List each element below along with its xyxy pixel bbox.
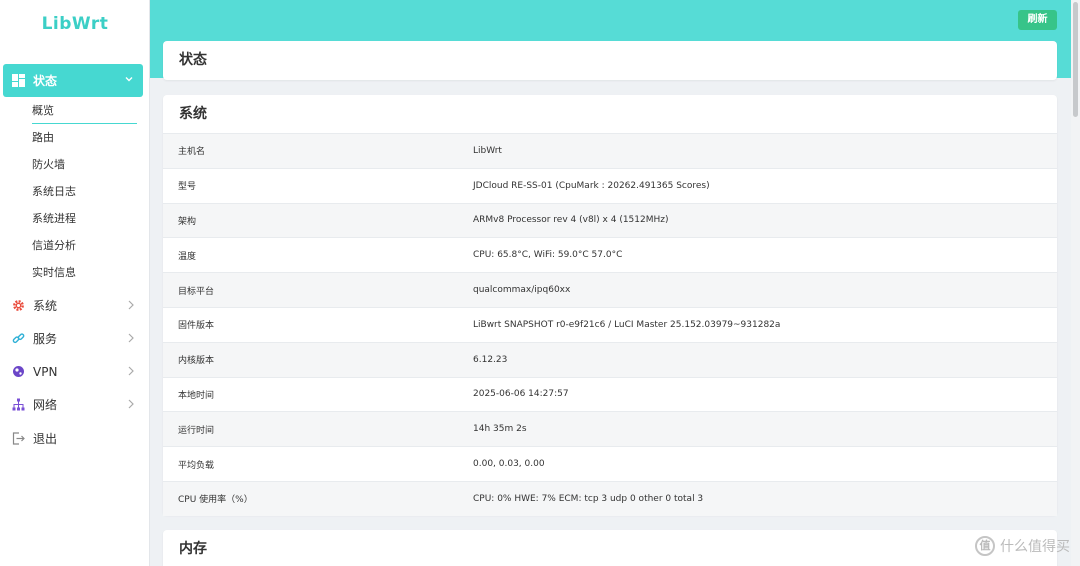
sidebar-item-label: 退出 xyxy=(33,432,58,446)
scrollbar[interactable] xyxy=(1071,0,1080,566)
chevron-right-icon xyxy=(128,300,134,310)
link-icon xyxy=(12,333,25,344)
row-key: 固件版本 xyxy=(178,321,215,332)
sidebar-subitem-syslog[interactable]: 系统日志 xyxy=(0,178,150,205)
refresh-button[interactable]: 刷新 xyxy=(1018,10,1057,30)
row-value: 2025-06-06 14:27:57 xyxy=(473,389,569,400)
sidebar-subitem-channel-analysis[interactable]: 信道分析 xyxy=(0,232,150,259)
row-key: 温度 xyxy=(178,251,197,262)
brand-logo[interactable]: LibWrt xyxy=(0,14,150,34)
row-value: 6.12.23 xyxy=(473,354,508,365)
row-value: LiBwrt SNAPSHOT r0-e9f21c6 / LuCI Master… xyxy=(473,319,781,330)
page-title-card: 状态 xyxy=(163,41,1057,80)
chevron-right-icon xyxy=(128,399,134,409)
sidebar-item-label: 系统 xyxy=(33,299,58,313)
table-row: 固件版本 LiBwrt SNAPSHOT r0-e9f21c6 / LuCI Ma… xyxy=(163,306,1057,342)
watermark: 值 什么值得买 xyxy=(975,536,1070,556)
sidebar-item-label: VPN xyxy=(33,364,58,379)
system-section: 系统 主机名 LibWrt 型号 JDCloud RE-SS-01 (CpuMark… xyxy=(163,95,1057,516)
row-value: CPU: 0% HWE: 7% ECM: tcp 3 udp 0 other 0… xyxy=(473,493,704,504)
globe-icon xyxy=(13,366,24,377)
sidebar-subitem-overview[interactable]: 概览 xyxy=(0,97,150,124)
zhi-icon: 值 xyxy=(975,536,995,556)
sidebar-item-services[interactable]: 服务 xyxy=(0,322,150,355)
sidebar-subitem-realtime[interactable]: 实时信息 xyxy=(0,259,150,286)
section-title: 系统 xyxy=(179,106,207,122)
sidebar-item-label: 状态 xyxy=(33,74,58,88)
table-row: 架构 ARMv8 Processor rev 4 (v8l) x 4 (1512M… xyxy=(163,202,1057,238)
row-value: 14h 35m 2s xyxy=(473,424,527,435)
row-key: CPU 使用率（%） xyxy=(178,495,253,506)
sidebar-item-system[interactable]: 系统 xyxy=(0,289,150,322)
sidebar-item-status[interactable]: 状态 xyxy=(3,64,143,97)
sidebar-item-vpn[interactable]: VPN xyxy=(0,355,150,388)
row-key: 主机名 xyxy=(178,147,206,158)
status-submenu: 概览 路由 防火墙 系统日志 系统进程 信道分析 实时信息 xyxy=(0,97,150,286)
row-key: 运行时间 xyxy=(178,425,215,436)
row-key: 平均负载 xyxy=(178,460,215,471)
sidebar: LibWrt 状态 概览 路由 防火墙 系统日志 系统进程 信道分析 实时信息 … xyxy=(0,0,150,566)
row-value: ARMv8 Processor rev 4 (v8l) x 4 (1512MHz… xyxy=(473,215,669,226)
gear-icon xyxy=(13,300,24,311)
system-info-table: 主机名 LibWrt 型号 JDCloud RE-SS-01 (CpuMark : … xyxy=(163,133,1057,516)
chevron-right-icon xyxy=(128,333,134,343)
row-key: 本地时间 xyxy=(178,390,215,401)
section-title: 内存 xyxy=(179,541,207,557)
table-row: 运行时间 14h 35m 2s xyxy=(163,411,1057,447)
row-key: 目标平台 xyxy=(178,286,215,297)
sidebar-item-network[interactable]: 网络 xyxy=(0,388,150,421)
table-row: 目标平台 qualcommax/ipq60xx xyxy=(163,272,1057,307)
network-icon xyxy=(12,398,25,411)
watermark-text: 什么值得买 xyxy=(1000,539,1070,555)
row-key: 型号 xyxy=(178,182,197,193)
chevron-down-icon xyxy=(125,77,133,82)
sidebar-item-label: 网络 xyxy=(33,398,58,412)
table-row: 型号 JDCloud RE-SS-01 (CpuMark : 20262.4913… xyxy=(163,167,1057,203)
sidebar-item-label: 服务 xyxy=(33,332,58,346)
sidebar-item-logout[interactable]: 退出 xyxy=(0,422,150,455)
memory-section: 内存 xyxy=(163,530,1057,566)
chevron-right-icon xyxy=(128,366,134,376)
page-title: 状态 xyxy=(179,52,207,68)
table-row: CPU 使用率（%） CPU: 0% HWE: 7% ECM: tcp 3 udp… xyxy=(163,480,1057,516)
table-row: 主机名 LibWrt xyxy=(163,133,1057,168)
row-key: 内核版本 xyxy=(178,356,215,367)
row-key: 架构 xyxy=(178,216,197,227)
sidebar-subitem-firewall[interactable]: 防火墙 xyxy=(0,151,150,178)
table-row: 温度 CPU: 65.8°C, WiFi: 59.0°C 57.0°C xyxy=(163,237,1057,272)
sidebar-subitem-routes[interactable]: 路由 xyxy=(0,124,150,151)
row-value: 0.00, 0.03, 0.00 xyxy=(473,459,545,470)
row-value: JDCloud RE-SS-01 (CpuMark : 20262.491365… xyxy=(473,180,710,191)
logout-icon xyxy=(12,432,25,445)
scrollbar-thumb[interactable] xyxy=(1073,2,1078,117)
table-row: 本地时间 2025-06-06 14:27:57 xyxy=(163,376,1057,412)
row-value: qualcommax/ipq60xx xyxy=(473,285,571,296)
row-value: CPU: 65.8°C, WiFi: 59.0°C 57.0°C xyxy=(473,250,623,261)
row-value: LibWrt xyxy=(473,145,502,156)
table-row: 平均负载 0.00, 0.03, 0.00 xyxy=(163,446,1057,481)
dashboard-icon xyxy=(12,74,25,87)
sidebar-subitem-processes[interactable]: 系统进程 xyxy=(0,205,150,232)
table-row: 内核版本 6.12.23 xyxy=(163,341,1057,377)
